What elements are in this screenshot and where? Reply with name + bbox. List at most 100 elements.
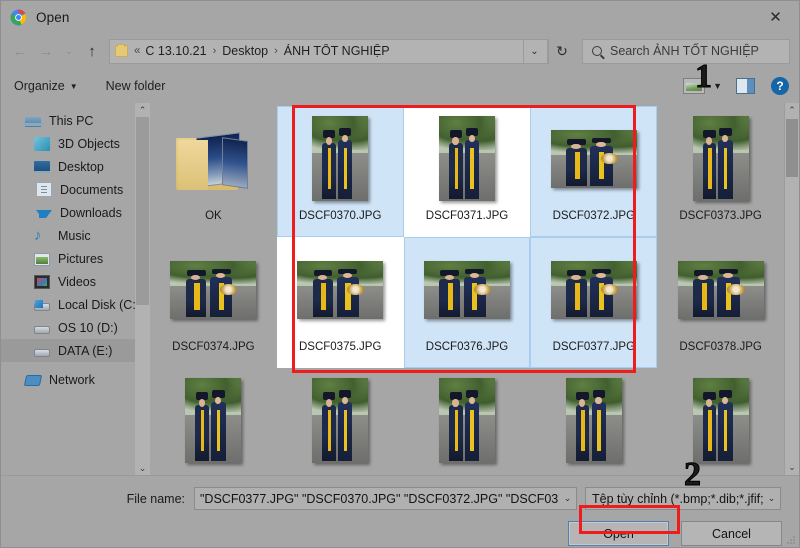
scroll-down-icon[interactable]: ⌄	[785, 460, 799, 475]
resize-grip[interactable]	[786, 535, 796, 545]
sidebar-item-label: OS 10 (D:)	[58, 321, 118, 335]
sidebar-item-this-pc[interactable]: This PC	[1, 109, 150, 132]
file-list-scrollbar[interactable]: ⌃ ⌄	[784, 103, 799, 475]
close-icon[interactable]: ✕	[752, 1, 799, 32]
sidebar-item-downloads[interactable]: Downloads	[1, 201, 150, 224]
breadcrumb-item-2[interactable]: ẢNH TỐT NGHIỆP	[283, 44, 391, 58]
file-item-row3-5[interactable]	[657, 368, 784, 475]
chevron-down-icon[interactable]: ⌄	[559, 493, 576, 504]
chevron-down-icon[interactable]: ⌄	[763, 493, 780, 504]
breadcrumb-separator-1[interactable]: ›	[269, 45, 283, 57]
forward-button[interactable]: →	[33, 38, 59, 64]
file-item-label: DSCF0376.JPG	[426, 341, 508, 353]
breadcrumb: « C 13.10.21 › Desktop › ẢNH TỐT NGHIỆP	[128, 44, 523, 58]
thumbnail-wrap	[150, 110, 277, 207]
thumbnail-wrap	[404, 110, 531, 207]
annotation-marker-2: 2	[684, 456, 701, 494]
file-name-label: File name:	[1, 492, 194, 506]
file-name-value: "DSCF0377.JPG" "DSCF0370.JPG" "DSCF0372.…	[200, 492, 559, 506]
sidebar-item-videos[interactable]: Videos	[1, 270, 150, 293]
window-title: Open	[36, 10, 69, 25]
sidebar-item-label: 3D Objects	[58, 137, 120, 151]
file-item-dscf0373[interactable]: DSCF0373.JPG	[657, 106, 784, 237]
address-bar[interactable]: « C 13.10.21 › Desktop › ẢNH TỐT NGHIỆP …	[109, 39, 548, 64]
breadcrumb-separator-0[interactable]: ›	[208, 45, 222, 57]
folder-icon	[115, 45, 128, 57]
thumbnail-image	[312, 116, 368, 201]
file-item-label: OK	[205, 210, 222, 222]
thumbnail-image	[297, 261, 383, 319]
back-button[interactable]: ←	[7, 38, 33, 64]
help-icon[interactable]: ?	[771, 77, 789, 95]
file-item-dscf0374[interactable]: DSCF0374.JPG	[150, 237, 277, 368]
open-button[interactable]: Open	[568, 521, 669, 546]
sidebar-item-label: Documents	[60, 183, 123, 197]
file-name-input[interactable]: "DSCF0377.JPG" "DSCF0370.JPG" "DSCF0372.…	[194, 487, 577, 510]
refresh-icon[interactable]: ↻	[548, 39, 575, 64]
sidebar-item-label: This PC	[49, 114, 93, 128]
sidebar-item-data-e[interactable]: DATA (E:)	[1, 339, 150, 362]
file-item-dscf0377[interactable]: DSCF0377.JPG	[530, 237, 657, 368]
sidebar-item-label: Pictures	[58, 252, 103, 266]
search-input[interactable]: Search ẢNH TỐT NGHIỆP	[582, 39, 790, 64]
file-item-dscf0375[interactable]: DSCF0375.JPG	[277, 237, 404, 368]
file-grid: OK DSCF0370.JPG	[150, 103, 784, 475]
thumbnail-wrap	[404, 372, 531, 469]
preview-pane-icon[interactable]	[736, 78, 755, 94]
file-name-row: File name: "DSCF0377.JPG" "DSCF0370.JPG"…	[1, 487, 782, 510]
drive-icon	[34, 326, 50, 334]
sidebar-item-music[interactable]: ♪Music	[1, 224, 150, 247]
sidebar-item-label: Network	[49, 373, 95, 387]
file-item-dscf0376[interactable]: DSCF0376.JPG	[404, 237, 531, 368]
breadcrumb-overflow[interactable]: «	[128, 45, 144, 57]
thumbnail-wrap	[277, 110, 404, 207]
sidebar-item-pictures[interactable]: Pictures	[1, 247, 150, 270]
sidebar-item-network[interactable]: Network	[1, 368, 150, 391]
sidebar-scrollbar[interactable]: ⌃ ⌄	[135, 103, 150, 475]
thumbnail-image	[693, 116, 749, 201]
network-icon	[24, 375, 42, 386]
recent-locations-button[interactable]: ⌄	[59, 38, 79, 64]
organize-button[interactable]: Organize ▼	[14, 79, 78, 93]
sidebar-item-documents[interactable]: Documents	[1, 178, 150, 201]
file-item-row3-4[interactable]	[530, 368, 657, 475]
file-item-dscf0378[interactable]: DSCF0378.JPG	[657, 237, 784, 368]
sidebar-item-label: Downloads	[60, 206, 122, 220]
search-icon	[592, 46, 602, 56]
thumbnail-wrap	[657, 372, 784, 469]
thumbnail-wrap	[530, 110, 657, 207]
breadcrumb-item-1[interactable]: Desktop	[221, 44, 269, 58]
chevron-down-icon[interactable]: ⌄	[523, 40, 545, 63]
file-item-label: DSCF0377.JPG	[553, 341, 635, 353]
file-item-dscf0371[interactable]: DSCF0371.JPG	[404, 106, 531, 237]
sidebar-item-os-10-d[interactable]: OS 10 (D:)	[1, 316, 150, 339]
scroll-down-icon[interactable]: ⌄	[135, 461, 150, 475]
sidebar-item-3d-objects[interactable]: 3D Objects	[1, 132, 150, 155]
button-row: Open Cancel	[1, 521, 782, 546]
breadcrumb-item-0[interactable]: C 13.10.21	[144, 44, 207, 58]
file-item-dscf0370[interactable]: DSCF0370.JPG	[277, 106, 404, 237]
file-item-label: DSCF0378.JPG	[679, 341, 761, 353]
thumbnail-image	[693, 378, 749, 463]
file-item-row3-1[interactable]	[150, 368, 277, 475]
file-type-select[interactable]: Tệp tùy chỉnh (*.bmp;*.dib;*.jfif; ⌄	[585, 487, 781, 510]
up-button[interactable]: ↑	[79, 38, 105, 64]
thumbnail-wrap	[530, 241, 657, 338]
file-item-dscf0372[interactable]: DSCF0372.JPG	[530, 106, 657, 237]
cancel-button[interactable]: Cancel	[681, 521, 782, 546]
scrollbar-thumb[interactable]	[786, 119, 798, 177]
file-item-ok[interactable]: OK	[150, 106, 277, 237]
sidebar-item-desktop[interactable]: Desktop	[1, 155, 150, 178]
downloads-icon	[36, 210, 52, 218]
sidebar-item-label: Videos	[58, 275, 96, 289]
file-item-row3-2[interactable]	[277, 368, 404, 475]
scroll-up-icon[interactable]: ⌃	[785, 103, 799, 118]
scrollbar-thumb[interactable]	[136, 117, 149, 305]
thumbnail-image	[566, 378, 622, 463]
new-folder-button[interactable]: New folder	[106, 79, 166, 93]
sidebar-item-local-disk-c[interactable]: Local Disk (C:)	[1, 293, 150, 316]
thumbnail-wrap	[277, 241, 404, 338]
file-item-row3-3[interactable]	[404, 368, 531, 475]
chevron-down-icon[interactable]: ▼	[713, 81, 722, 91]
scroll-up-icon[interactable]: ⌃	[135, 103, 150, 117]
